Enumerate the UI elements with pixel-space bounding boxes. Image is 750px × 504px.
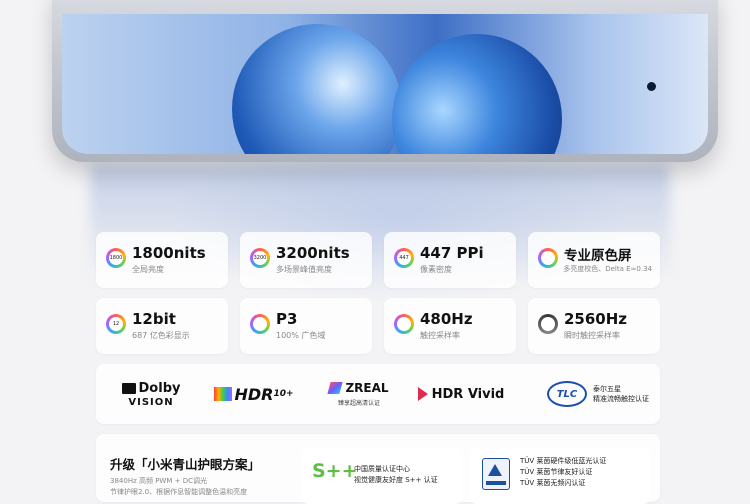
- splus-certification-card: S++ 中国质量认证中心 视觉健康友好度 S++ 认证: [302, 448, 462, 504]
- stat-card-color-calibration: 专业原色屏 多亮度校色、Delta E≈0.34: [528, 232, 660, 288]
- stat-value: P3: [276, 310, 298, 328]
- wallpaper-shape-left: [232, 24, 402, 154]
- zreal-icon: [327, 382, 344, 394]
- zreal-logo: ZREAL 臻享超高清认证: [314, 364, 404, 424]
- hdr10-bars-icon: [214, 387, 233, 401]
- instant-touch-icon: [538, 314, 558, 334]
- stat-value: 3200nits: [276, 244, 350, 262]
- phone-screen: [62, 14, 708, 154]
- hdr-vivid-icon: [417, 387, 428, 401]
- stat-caption: 多亮度校色、Delta E≈0.34: [563, 265, 652, 273]
- stat-card-color-depth: 12 12bit 687 亿色彩显示: [96, 298, 228, 354]
- stat-card-color-gamut: P3 100% 广色域: [240, 298, 372, 354]
- front-camera: [647, 82, 656, 91]
- eye-care-title: 升级「小米青山护眼方案」: [110, 457, 261, 472]
- eye-care-section: 升级「小米青山护眼方案」 3840Hz 高频 PWM + DC调光 节律护眼2.…: [96, 434, 660, 504]
- splus-logo: S++: [312, 460, 358, 482]
- stat-card-instant-touch-sampling: 2560Hz 瞬时触控采样率: [528, 298, 660, 354]
- ppi-icon: 447: [394, 248, 414, 268]
- stat-caption: 多场景峰值亮度: [276, 265, 332, 274]
- stat-value: 1800nits: [132, 244, 206, 262]
- stat-value: 2560Hz: [564, 310, 628, 328]
- stat-value: 480Hz: [420, 310, 473, 328]
- dolby-icon: [121, 382, 136, 394]
- hdr-vivid-logo: HDR Vivid: [411, 364, 511, 424]
- stat-caption: 100% 广色域: [276, 331, 326, 340]
- stat-caption: 687 亿色彩显示: [132, 331, 190, 340]
- tuv-badge-icon: [482, 458, 510, 490]
- dolby-vision-logo: Dolby VISION: [96, 364, 206, 424]
- stat-caption: 全局亮度: [132, 265, 164, 274]
- brightness-icon: 1800: [106, 248, 126, 268]
- touch-sampling-icon: [394, 314, 414, 334]
- color-depth-icon: 12: [106, 314, 126, 334]
- tuv-certification-card: TÜV 莱茵硬件级低蓝光认证 TÜV 莱茵节律友好认证 TÜV 莱茵无频闪认证: [470, 448, 650, 504]
- certification-logos: Dolby VISION HDR 10+ ZREAL 臻享超高清认证 HDR Vi…: [96, 364, 660, 424]
- gamut-icon: [250, 314, 270, 334]
- eye-care-line: 3840Hz 高频 PWM + DC调光: [110, 477, 207, 485]
- stat-value: 447 PPi: [420, 244, 484, 262]
- stat-value: 专业原色屏: [564, 248, 632, 264]
- stat-value: 12bit: [132, 310, 176, 328]
- stat-card-brightness: 1800 1800nits 全局亮度: [96, 232, 228, 288]
- wallpaper-shape-right: [392, 34, 562, 154]
- tlc-badge-icon: TLC: [547, 381, 587, 407]
- stat-caption: 像素密度: [420, 265, 452, 274]
- stat-card-peak-brightness: 3200 3200nits 多场景峰值亮度: [240, 232, 372, 288]
- stat-card-touch-sampling: 480Hz 触控采样率: [384, 298, 516, 354]
- peak-brightness-icon: 3200: [250, 248, 270, 268]
- hdr10-plus-logo: HDR 10+: [204, 364, 304, 424]
- color-wheel-icon: [538, 248, 558, 268]
- stat-caption: 瞬时触控采样率: [564, 331, 620, 340]
- stat-caption: 触控采样率: [420, 331, 460, 340]
- tlc-logo: TLC 泰尔五星 精准流畅触控认证: [528, 364, 668, 424]
- eye-care-line: 节律护眼2.0、根据作息智能调整色温和亮度: [110, 488, 248, 496]
- stat-card-ppi: 447 447 PPi 像素密度: [384, 232, 516, 288]
- phone-frame: [52, 0, 718, 162]
